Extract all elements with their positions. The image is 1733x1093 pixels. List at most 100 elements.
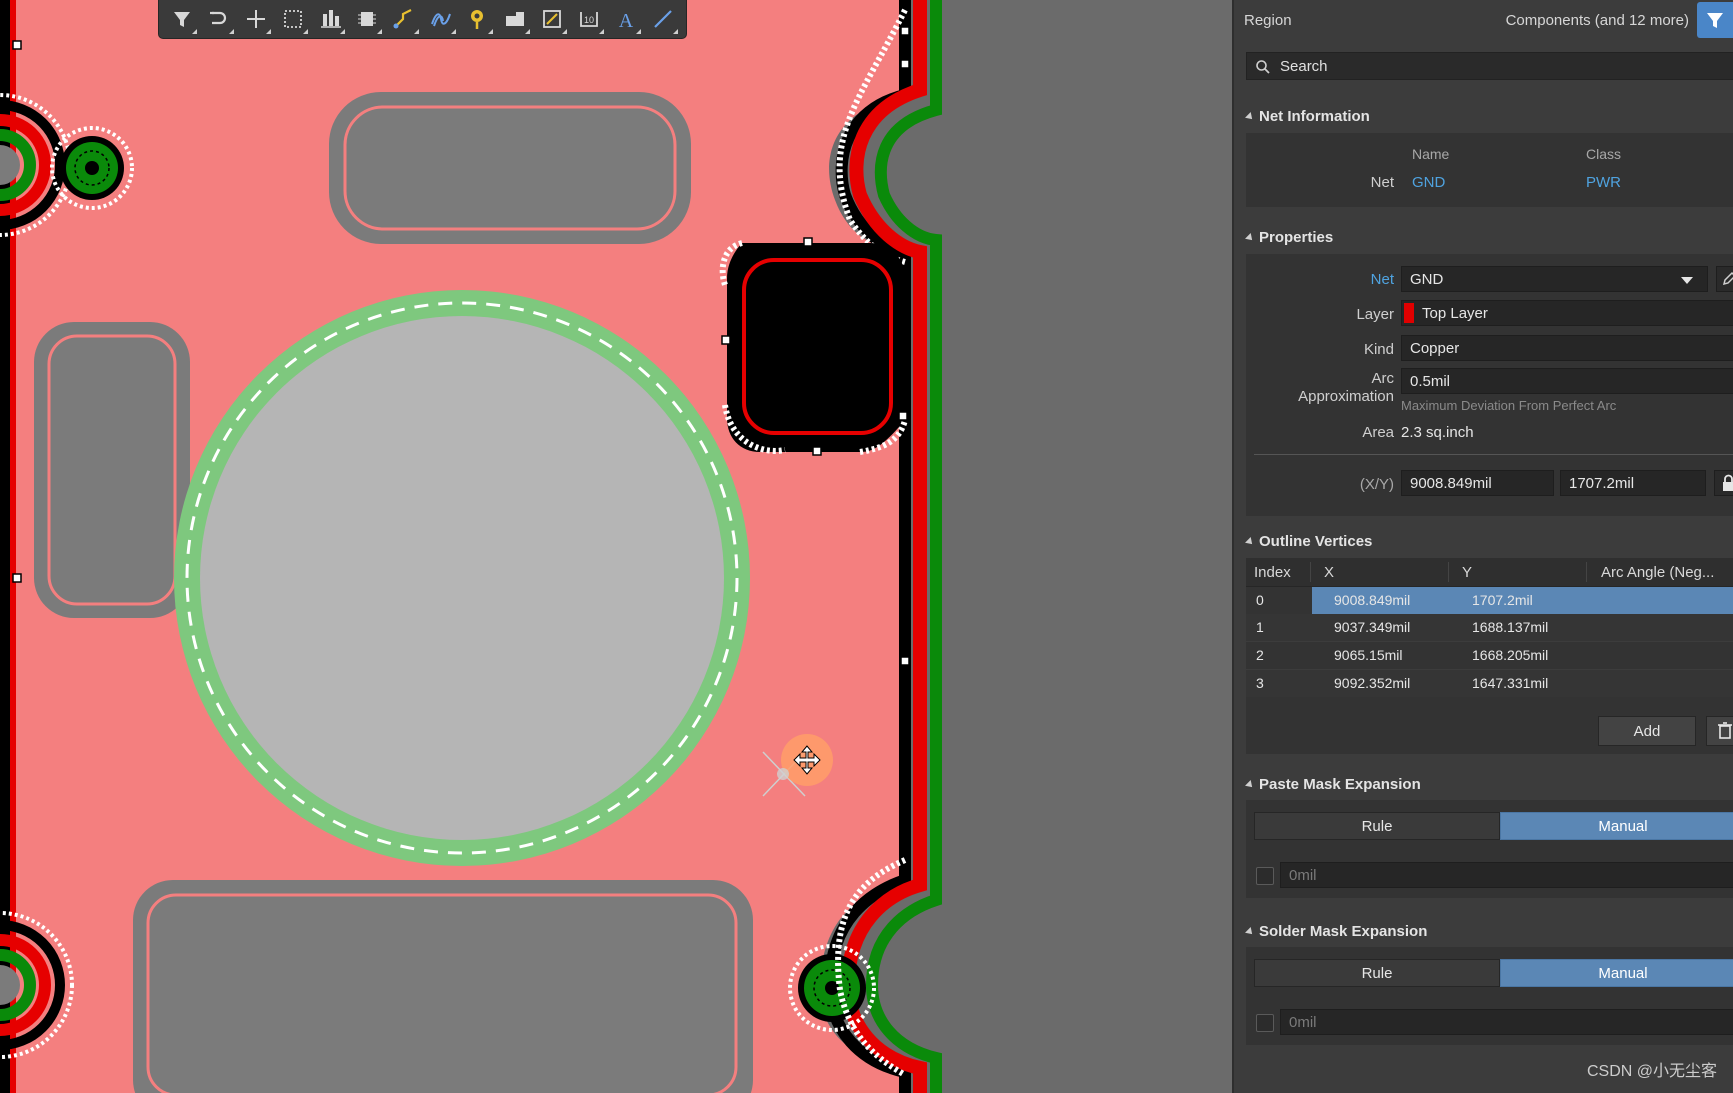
dropdown-corner-icon xyxy=(636,29,641,34)
arc-label-line1: Arc xyxy=(1371,370,1395,387)
selected-pad-region[interactable] xyxy=(719,240,908,455)
kind-select[interactable]: Copper xyxy=(1401,335,1733,361)
area-label: Area xyxy=(1362,424,1394,441)
chevron-down-icon xyxy=(1681,277,1693,284)
net-select[interactable]: GND xyxy=(1401,266,1708,292)
properties-box: Net GND Layer Top Layer Kind Copper Arc … xyxy=(1246,254,1733,516)
section-solder-mask[interactable]: Solder Mask Expansion xyxy=(1245,923,1427,940)
trash-icon xyxy=(1718,722,1732,739)
dropdown-corner-icon xyxy=(673,29,678,34)
crosshair-add-tool-button[interactable] xyxy=(239,2,273,36)
cutout-bottom xyxy=(133,880,753,1093)
collapse-arrow-icon xyxy=(1245,927,1255,937)
panel-filter-summary[interactable]: Components (and 12 more) xyxy=(1506,12,1689,29)
solder-manual-toggle[interactable]: Manual xyxy=(1500,959,1733,987)
interactive-route-tool-button[interactable] xyxy=(387,2,421,36)
section-properties[interactable]: Properties xyxy=(1245,229,1333,246)
select-rect-tool-button[interactable] xyxy=(276,2,310,36)
section-outline-vertices[interactable]: Outline Vertices xyxy=(1245,533,1372,550)
x-input[interactable]: 9008.849mil xyxy=(1401,470,1554,496)
net-class-link[interactable]: PWR xyxy=(1586,174,1621,191)
xy-label: (X/Y) xyxy=(1359,476,1394,493)
dropdown-corner-icon xyxy=(377,29,382,34)
section-paste-mask[interactable]: Paste Mask Expansion xyxy=(1245,776,1421,793)
lock-button[interactable] xyxy=(1714,470,1733,496)
table-row-partial xyxy=(1246,697,1733,708)
dropdown-corner-icon xyxy=(451,29,456,34)
collapse-arrow-icon xyxy=(1245,780,1255,790)
pencil-icon xyxy=(1722,271,1733,286)
kind-label: Kind xyxy=(1363,341,1394,358)
dropdown-corner-icon xyxy=(229,29,234,34)
col-index[interactable]: Index xyxy=(1254,564,1291,581)
dropdown-corner-icon xyxy=(192,29,197,34)
round-cutout xyxy=(174,290,750,866)
panel-object-type: Region xyxy=(1244,12,1292,29)
dropdown-corner-icon xyxy=(525,29,530,34)
dropdown-corner-icon xyxy=(340,29,345,34)
dropdown-corner-icon xyxy=(303,29,308,34)
filter-tool-button[interactable] xyxy=(165,2,199,36)
collapse-arrow-icon xyxy=(1245,537,1255,547)
polygon-pour-tool-button[interactable] xyxy=(498,2,532,36)
via-pad-bottom-right xyxy=(788,944,876,1032)
y-input[interactable]: 1707.2mil xyxy=(1560,470,1706,496)
divider xyxy=(1254,454,1733,455)
paste-mask-box: Rule Manual 0mil xyxy=(1246,800,1733,898)
diff-pair-tool-button[interactable] xyxy=(424,2,458,36)
fill-tool-button[interactable] xyxy=(535,2,569,36)
cutout-top xyxy=(329,92,691,244)
svg-text:10: 10 xyxy=(584,15,594,25)
search-icon xyxy=(1256,60,1270,74)
paste-mask-input[interactable]: 0mil xyxy=(1280,862,1733,888)
table-row[interactable]: 3 9092.352mil 1647.331mil xyxy=(1246,670,1733,697)
col-class: Class xyxy=(1586,146,1622,162)
delete-vertex-button[interactable] xyxy=(1706,716,1733,746)
search-input[interactable]: Search xyxy=(1246,52,1733,80)
area-value: 2.3 sq.inch xyxy=(1401,424,1474,441)
pcb-toolbar: 10 A xyxy=(158,0,687,39)
cutout-left xyxy=(34,322,190,618)
paste-mask-checkbox[interactable] xyxy=(1256,867,1274,885)
properties-panel: Region Components (and 12 more) Search N… xyxy=(1234,0,1733,1093)
lock-icon xyxy=(1723,474,1733,491)
col-x[interactable]: X xyxy=(1324,564,1334,581)
line-tool-button[interactable] xyxy=(646,2,680,36)
text-tool-button[interactable]: A xyxy=(609,2,643,36)
edit-net-button[interactable] xyxy=(1716,266,1733,292)
add-vertex-button[interactable]: Add xyxy=(1598,716,1696,746)
paste-manual-toggle[interactable]: Manual xyxy=(1500,812,1733,840)
route-tool-button[interactable] xyxy=(202,2,236,36)
arc-approximation-input[interactable]: 0.5mil xyxy=(1401,368,1733,394)
net-info-box: Name Class Net GND PWR xyxy=(1246,133,1733,207)
search-placeholder: Search xyxy=(1280,58,1328,75)
collapse-arrow-icon xyxy=(1245,112,1255,122)
section-net-information[interactable]: Net Information xyxy=(1245,108,1370,125)
table-row[interactable]: 0 9008.849mil 1707.2mil xyxy=(1246,587,1733,614)
table-row[interactable]: 2 9065.15mil 1668.205mil xyxy=(1246,642,1733,669)
solder-rule-toggle[interactable]: Rule xyxy=(1254,959,1500,987)
via-tool-button[interactable] xyxy=(461,2,495,36)
net-name-link[interactable]: GND xyxy=(1412,174,1445,191)
col-arc-angle[interactable]: Arc Angle (Neg... xyxy=(1601,564,1714,581)
table-row[interactable]: 1 9037.349mil 1688.137mil xyxy=(1246,614,1733,641)
arc-label-line2: Approximation xyxy=(1298,388,1394,405)
layer-color-swatch xyxy=(1404,303,1414,323)
layer-select[interactable]: Top Layer xyxy=(1401,300,1733,326)
net-info-row-label: Net xyxy=(1370,174,1394,191)
paste-rule-toggle[interactable]: Rule xyxy=(1254,812,1500,840)
dropdown-corner-icon xyxy=(266,29,271,34)
filter-button[interactable] xyxy=(1697,2,1733,38)
pcb-canvas[interactable] xyxy=(0,0,1232,1093)
svg-text:A: A xyxy=(619,10,634,32)
solder-mask-input[interactable]: 0mil xyxy=(1280,1009,1733,1035)
collapse-arrow-icon xyxy=(1245,233,1255,243)
place-string-tool-button[interactable]: 10 xyxy=(572,2,606,36)
solder-mask-checkbox[interactable] xyxy=(1256,1014,1274,1032)
align-tool-button[interactable] xyxy=(313,2,347,36)
filter-icon xyxy=(1707,13,1723,28)
arc-hint: Maximum Deviation From Perfect Arc xyxy=(1401,398,1617,413)
col-name: Name xyxy=(1412,146,1450,162)
col-y[interactable]: Y xyxy=(1462,564,1472,581)
component-tool-button[interactable] xyxy=(350,2,384,36)
